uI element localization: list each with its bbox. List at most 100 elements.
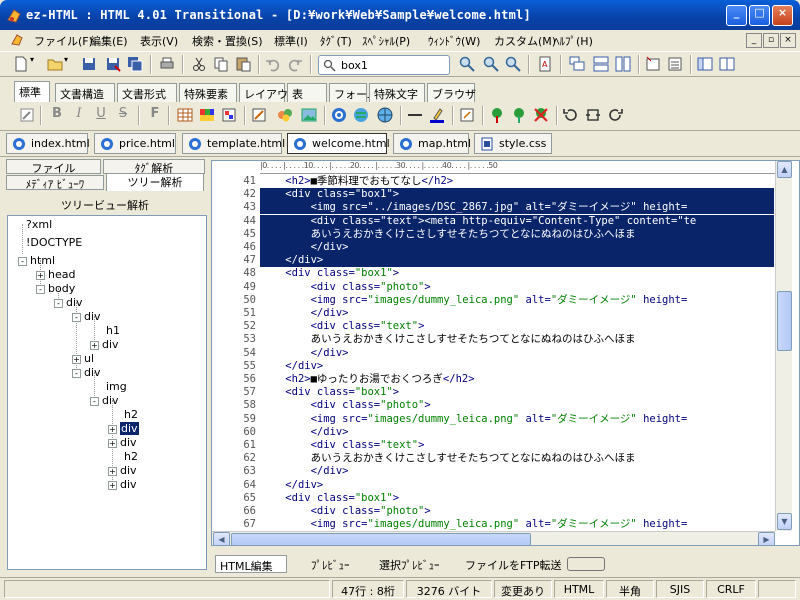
scroll-left-arrow-icon[interactable]: ◀ (213, 532, 230, 545)
code-line[interactable]: <img src="images/dummy_leica.png" alt="ダ… (260, 518, 688, 531)
insert-object-icon[interactable] (276, 106, 294, 124)
tree-node-doctype[interactable]: !DOCTYPE (26, 236, 82, 250)
refresh-icon[interactable] (562, 106, 580, 124)
code-line[interactable]: </div> (260, 479, 323, 492)
code-editor[interactable]: |0. . . . |. . . . .10. . . . |. . . . .… (211, 160, 800, 546)
tab-ftp-transfer[interactable]: ファイルをFTP転送 (461, 555, 562, 573)
cascade-windows-icon[interactable] (568, 55, 586, 73)
code-line[interactable]: あいうえおかきくけこさしすせそたちつてとなにぬねのはひふへほま (260, 452, 636, 465)
tree-node-h2[interactable]: h2 (124, 450, 138, 464)
code-line-selected[interactable]: <img src="../images/DSC_2867.jpg" alt="ダ… (260, 201, 774, 215)
expand-icon[interactable]: + (108, 480, 117, 490)
document-icon[interactable] (10, 33, 24, 47)
panel-toggle-icon[interactable] (696, 55, 714, 73)
menu-tag[interactable]: ﾀｸﾞ(T) (320, 33, 352, 49)
code-line-selected[interactable]: <div class="box1"> (260, 188, 774, 202)
search-input[interactable]: box1 (318, 55, 450, 75)
file-tab[interactable]: index.html (6, 133, 90, 154)
vertical-scrollbar[interactable]: ▲ ▼ (775, 161, 792, 531)
tree-node-div-selected[interactable]: + div (108, 422, 139, 436)
code-line-selected[interactable]: </div> (260, 254, 774, 268)
open-folder-icon[interactable] (46, 55, 64, 73)
tree-node-xml[interactable]: ?xml (26, 218, 52, 232)
menu-view[interactable]: 表示(V) (140, 33, 178, 49)
close-button[interactable]: × (772, 5, 793, 26)
tab-special-characters[interactable]: 特殊文字 (369, 83, 425, 102)
code-line[interactable]: <h2>■季節料理でおもてなし</h2> (260, 175, 453, 188)
find-next-icon[interactable] (504, 55, 522, 73)
tree-node-div[interactable]: + div (90, 338, 119, 352)
text-document-icon[interactable]: A (536, 55, 554, 73)
tag-jump-down-icon[interactable] (488, 106, 506, 124)
tab-tree-analysis[interactable]: ツリー解析 (106, 173, 204, 191)
tab-table[interactable]: 表 (287, 83, 327, 102)
tree-node-div[interactable]: + div (108, 478, 137, 492)
collapse-icon[interactable]: - (72, 368, 81, 378)
tab-media-viewer[interactable]: ﾒﾃﾞｨｱ ﾋﾞｭｰﾜ (6, 175, 104, 191)
expand-icon[interactable]: + (36, 270, 45, 280)
tree-node-div[interactable]: - div (72, 366, 101, 380)
menu-file[interactable]: ファイル(F) (34, 33, 93, 49)
font-icon[interactable]: F (146, 106, 164, 124)
menu-custom[interactable]: カスタム(M) (494, 33, 556, 49)
tag-jump-up-icon[interactable] (510, 106, 528, 124)
file-tab[interactable]: style.css (474, 133, 552, 154)
mdi-restore-button[interactable]: ▫ (763, 33, 779, 48)
open-dropdown-chevron-icon[interactable]: ▾ (64, 55, 72, 73)
tree-node-div[interactable]: - div (72, 310, 101, 324)
code-line[interactable]: <div class="text"> (260, 320, 425, 333)
expand-icon[interactable]: + (108, 438, 117, 448)
tab-html-edit[interactable]: HTML編集 (215, 555, 287, 573)
insert-image-icon[interactable] (300, 106, 318, 124)
undo-icon[interactable] (264, 55, 282, 73)
mdi-minimize-button[interactable]: _ (746, 33, 762, 48)
dom-tree-view[interactable]: ?xml !DOCTYPE - html + head - body - div - di… (7, 215, 207, 570)
edit-pencil-icon[interactable] (250, 106, 268, 124)
sync-icon[interactable] (584, 106, 602, 124)
collapse-icon[interactable]: - (54, 298, 63, 308)
code-line-selected[interactable]: あいうえおかきくけこさしすせそたちつてとなにぬねのはひふへほま (260, 227, 774, 241)
underline-icon[interactable]: U (92, 106, 110, 124)
strikethrough-icon[interactable]: S (114, 106, 132, 124)
title-bar[interactable]: ez-HTML : HTML 4.01 Transitional - [D:¥w… (0, 0, 800, 30)
tile-vertical-icon[interactable] (614, 55, 632, 73)
tab-special-elements[interactable]: 特殊要素 (179, 83, 237, 102)
print-icon[interactable] (158, 55, 176, 73)
file-tab[interactable]: map.html (393, 133, 471, 154)
highlight-color-icon[interactable] (428, 106, 446, 124)
code-line[interactable]: <img src="images/dummy_leica.png" alt="ダ… (260, 294, 688, 307)
tab-layout[interactable]: レイアウト (239, 83, 299, 102)
tree-node-div[interactable]: + div (108, 464, 137, 478)
tile-horizontal-icon[interactable] (592, 55, 610, 73)
scroll-up-arrow-icon[interactable]: ▲ (777, 161, 792, 178)
new-dropdown-chevron-icon[interactable]: ▾ (30, 55, 38, 73)
code-line[interactable]: <div class="box1"> (260, 267, 399, 280)
italic-icon[interactable]: I (70, 106, 88, 124)
expand-icon[interactable]: + (108, 424, 117, 434)
new-file-icon[interactable] (12, 55, 30, 73)
tree-node-h1[interactable]: h1 (106, 324, 120, 338)
file-tab[interactable]: price.html (94, 133, 176, 154)
code-line[interactable]: </div> (260, 426, 349, 439)
table-icon[interactable] (176, 106, 194, 124)
remove-tag-icon[interactable] (532, 106, 550, 124)
scroll-down-arrow-icon[interactable]: ▼ (777, 513, 792, 530)
code-line[interactable]: </div> (260, 465, 349, 478)
menu-help[interactable]: ﾍﾙﾌﾟ(H) (554, 33, 593, 49)
tab-document-format[interactable]: 文書形式 (117, 83, 177, 102)
globe-icon[interactable] (376, 106, 394, 124)
tree-node-div[interactable]: + div (108, 436, 137, 450)
menu-standard[interactable]: 標準(I) (274, 33, 308, 49)
scroll-right-arrow-icon[interactable]: ▶ (758, 532, 775, 545)
code-line[interactable]: <div class="photo"> (260, 399, 431, 412)
tree-node-img[interactable]: img (106, 380, 127, 394)
code-line[interactable]: </div> (260, 307, 349, 320)
browser-preview-icon[interactable] (330, 106, 348, 124)
tree-node-div[interactable]: - div (54, 296, 83, 310)
file-tab-active[interactable]: welcome.html (287, 133, 390, 154)
code-line[interactable]: <div class="box1"> (260, 492, 399, 505)
collapse-icon[interactable]: - (18, 256, 27, 266)
tree-node-body[interactable]: - body (36, 282, 75, 296)
code-line[interactable]: </div> (260, 360, 323, 373)
tab-browser[interactable]: ブラウザ (427, 83, 476, 102)
